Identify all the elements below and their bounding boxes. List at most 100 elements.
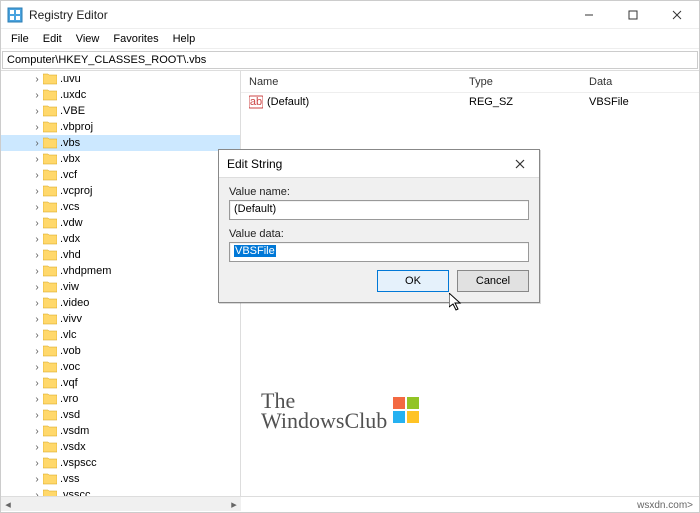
folder-icon bbox=[43, 153, 57, 165]
folder-icon bbox=[43, 473, 57, 485]
address-input[interactable]: Computer\HKEY_CLASSES_ROOT\.vbs bbox=[2, 51, 698, 69]
tree-item[interactable]: ›.vcproj bbox=[1, 183, 240, 199]
folder-icon bbox=[43, 457, 57, 469]
tree-item[interactable]: › .vivv bbox=[1, 311, 240, 327]
cancel-button[interactable]: Cancel bbox=[457, 270, 529, 292]
expand-icon[interactable]: › bbox=[31, 298, 43, 309]
tree-item[interactable]: ›.vhd bbox=[1, 247, 240, 263]
expand-icon[interactable]: › bbox=[31, 410, 43, 421]
tree-item-label: .viw bbox=[57, 281, 79, 293]
expand-icon[interactable]: › bbox=[31, 394, 43, 405]
tree-item[interactable]: ›.video bbox=[1, 295, 240, 311]
expand-icon[interactable]: › bbox=[31, 90, 43, 101]
tree-item-label: .vivv bbox=[57, 313, 82, 325]
tree-item[interactable]: ›.voc bbox=[1, 359, 240, 375]
folder-icon bbox=[43, 425, 57, 437]
tree-item-label: .vcs bbox=[57, 201, 80, 213]
tree-item[interactable]: › .vsdm bbox=[1, 423, 240, 439]
expand-icon[interactable]: › bbox=[31, 346, 43, 357]
tree-item-label: .vbproj bbox=[57, 121, 93, 133]
col-data[interactable]: Data bbox=[589, 76, 699, 88]
tree-item[interactable]: › .vob bbox=[1, 343, 240, 359]
tree-item[interactable]: › .vbs bbox=[1, 135, 240, 151]
value-name-input[interactable]: (Default) bbox=[229, 200, 529, 220]
expand-icon[interactable]: › bbox=[31, 186, 43, 197]
maximize-button[interactable] bbox=[611, 1, 655, 29]
tree-item[interactable]: ›.uvu bbox=[1, 71, 240, 87]
expand-icon[interactable]: › bbox=[31, 474, 43, 485]
tree-item[interactable]: ›.vro bbox=[1, 391, 240, 407]
expand-icon[interactable]: › bbox=[31, 250, 43, 261]
expand-icon[interactable]: › bbox=[31, 314, 43, 325]
folder-icon bbox=[43, 329, 57, 341]
expand-icon[interactable]: › bbox=[31, 170, 43, 181]
tree-item-label: .vbs bbox=[57, 137, 80, 149]
tree-item[interactable]: ›.uxdc bbox=[1, 87, 240, 103]
tree-item[interactable]: › .vdx bbox=[1, 231, 240, 247]
folder-icon bbox=[43, 249, 57, 261]
tree-item[interactable]: ›.vsd bbox=[1, 407, 240, 423]
scroll-left-icon[interactable]: ◂ bbox=[1, 497, 15, 511]
tree-item[interactable]: ›.vss bbox=[1, 471, 240, 487]
tree-item-label: .vob bbox=[57, 345, 81, 357]
expand-icon[interactable]: › bbox=[31, 234, 43, 245]
expand-icon[interactable]: › bbox=[31, 330, 43, 341]
expand-icon[interactable]: › bbox=[31, 490, 43, 497]
expand-icon[interactable]: › bbox=[31, 74, 43, 85]
expand-icon[interactable]: › bbox=[31, 202, 43, 213]
dialog-close-button[interactable] bbox=[509, 153, 531, 175]
col-type[interactable]: Type bbox=[469, 76, 589, 88]
expand-icon[interactable]: › bbox=[31, 362, 43, 373]
tree-item[interactable]: ›.VBE bbox=[1, 103, 240, 119]
close-button[interactable] bbox=[655, 1, 699, 29]
tree-item[interactable]: › .viw bbox=[1, 279, 240, 295]
expand-icon[interactable]: › bbox=[31, 122, 43, 133]
expand-icon[interactable]: › bbox=[31, 282, 43, 293]
menu-view[interactable]: View bbox=[70, 31, 106, 47]
dialog-titlebar: Edit String bbox=[219, 150, 539, 178]
scroll-right-icon[interactable]: ▸ bbox=[227, 497, 241, 511]
menu-favorites[interactable]: Favorites bbox=[107, 31, 164, 47]
expand-icon[interactable]: › bbox=[31, 138, 43, 149]
tree-hscroll[interactable]: ◂ ▸ bbox=[1, 497, 241, 511]
addressbar: Computer\HKEY_CLASSES_ROOT\.vbs bbox=[1, 49, 699, 71]
folder-icon bbox=[43, 297, 57, 309]
expand-icon[interactable]: › bbox=[31, 106, 43, 117]
tree-item[interactable]: ›.vspscc bbox=[1, 455, 240, 471]
expand-icon[interactable]: › bbox=[31, 378, 43, 389]
tree-item[interactable]: ›.vlc bbox=[1, 327, 240, 343]
tree-item[interactable]: › .vcf bbox=[1, 167, 240, 183]
tree-item[interactable]: ›.vsdx bbox=[1, 439, 240, 455]
tree-item-label: .vqf bbox=[57, 377, 78, 389]
tree-item-label: .vcf bbox=[57, 169, 77, 181]
tree-scroll[interactable]: ›.uvu›.uxdc›.VBE›.vbproj›.vbs›.vbx›.vcf›… bbox=[1, 71, 240, 496]
list-row[interactable]: ab (Default) REG_SZ VBSFile bbox=[241, 93, 699, 111]
menu-file[interactable]: File bbox=[5, 31, 35, 47]
expand-icon[interactable]: › bbox=[31, 442, 43, 453]
tree-item[interactable]: › .vsscc bbox=[1, 487, 240, 496]
tree-item[interactable]: › .vhdpmem bbox=[1, 263, 240, 279]
tree-item[interactable]: ›.vdw bbox=[1, 215, 240, 231]
tree-item-label: .vdx bbox=[57, 233, 80, 245]
row-data: VBSFile bbox=[589, 96, 699, 108]
tree-item[interactable]: ›.vbx bbox=[1, 151, 240, 167]
value-data-input[interactable]: VBSFile bbox=[229, 242, 529, 262]
col-name[interactable]: Name bbox=[249, 76, 469, 88]
menu-help[interactable]: Help bbox=[167, 31, 202, 47]
expand-icon[interactable]: › bbox=[31, 266, 43, 277]
expand-icon[interactable]: › bbox=[31, 458, 43, 469]
minimize-button[interactable] bbox=[567, 1, 611, 29]
tree-panel: ›.uvu›.uxdc›.VBE›.vbproj›.vbs›.vbx›.vcf›… bbox=[1, 71, 241, 496]
tree-item-label: .vsdm bbox=[57, 425, 89, 437]
tree-item[interactable]: › .vqf bbox=[1, 375, 240, 391]
expand-icon[interactable]: › bbox=[31, 218, 43, 229]
tree-item[interactable]: › .vbproj bbox=[1, 119, 240, 135]
menu-edit[interactable]: Edit bbox=[37, 31, 68, 47]
tree-item[interactable]: › .vcs bbox=[1, 199, 240, 215]
tree-item-label: .vhdpmem bbox=[57, 265, 111, 277]
expand-icon[interactable]: › bbox=[31, 154, 43, 165]
expand-icon[interactable]: › bbox=[31, 426, 43, 437]
scroll-track[interactable] bbox=[15, 497, 227, 511]
ok-button[interactable]: OK bbox=[377, 270, 449, 292]
tree-item-label: .vsscc bbox=[57, 489, 91, 496]
